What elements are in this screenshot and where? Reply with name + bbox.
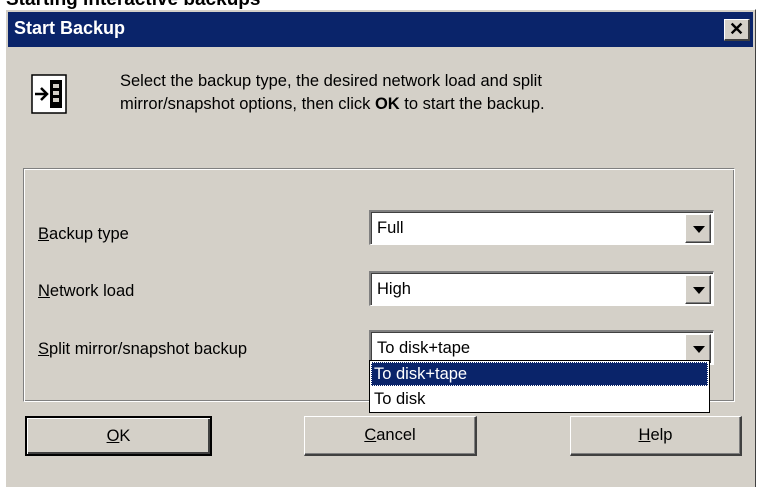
backup-type-select[interactable]: Full bbox=[369, 210, 714, 245]
backup-type-label: Backup type bbox=[38, 225, 129, 243]
network-load-dropdown-button[interactable] bbox=[685, 275, 711, 304]
backup-type-dropdown-button[interactable] bbox=[685, 214, 711, 243]
instructions-text: Select the backup type, the desired netw… bbox=[120, 70, 720, 116]
cancel-button[interactable]: Cancel bbox=[304, 416, 477, 456]
ok-button[interactable]: OK bbox=[25, 416, 212, 456]
instructions-line2: mirror/snapshot options, then click bbox=[120, 95, 375, 113]
backup-type-value: Full bbox=[377, 219, 404, 237]
split-mirror-value: To disk+tape bbox=[377, 339, 471, 357]
dropdown-option-to-disk-tape[interactable]: To disk+tape bbox=[371, 362, 708, 386]
document-heading: Starting interactive backups bbox=[6, 0, 751, 9]
network-load-value: High bbox=[377, 280, 411, 298]
dialog-titlebar[interactable]: Start Backup ✕ bbox=[8, 12, 753, 47]
split-mirror-label: Split mirror/snapshot backup bbox=[38, 340, 248, 358]
network-load-select[interactable]: High bbox=[369, 271, 714, 306]
help-button[interactable]: Help bbox=[570, 416, 742, 456]
dropdown-option-to-disk[interactable]: To disk bbox=[371, 387, 708, 411]
instructions-ok-word: OK bbox=[374, 95, 400, 113]
backup-start-icon bbox=[31, 74, 67, 114]
split-mirror-dropdown-button[interactable] bbox=[685, 334, 711, 363]
close-button[interactable]: ✕ bbox=[724, 19, 750, 41]
split-mirror-dropdown-list: To disk+tape To disk bbox=[369, 360, 710, 413]
network-load-label: Network load bbox=[38, 282, 135, 300]
dialog-title: Start Backup bbox=[14, 18, 126, 38]
instructions-line2-end: to start the backup. bbox=[399, 95, 545, 113]
close-icon: ✕ bbox=[728, 19, 745, 39]
instructions-line1: Select the backup type, the desired netw… bbox=[120, 72, 542, 90]
